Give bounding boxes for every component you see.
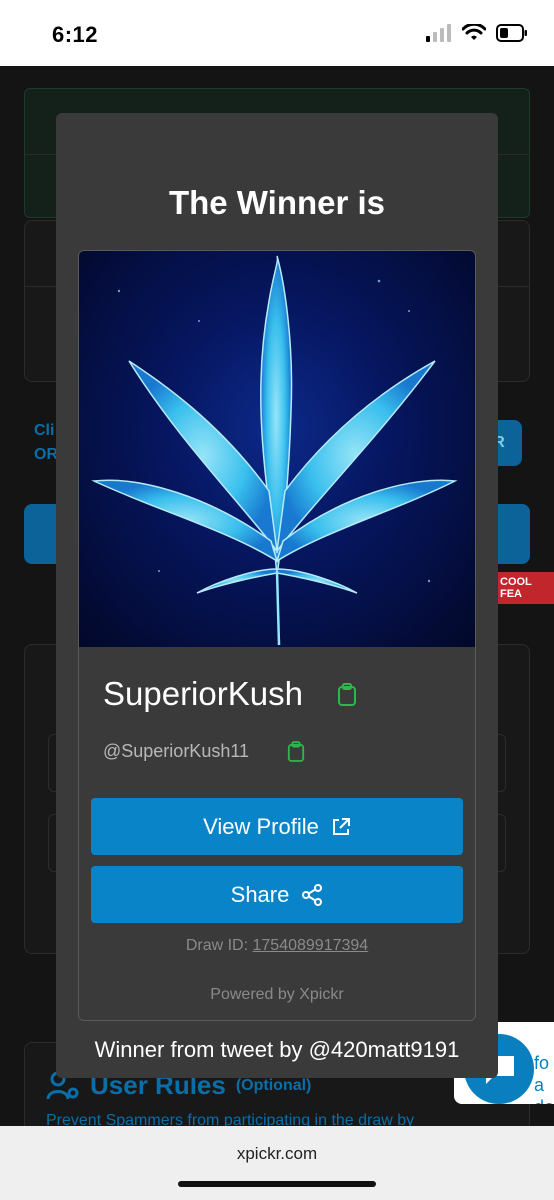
- winner-name: SuperiorKush: [103, 675, 303, 712]
- winner-card: SuperiorKush @SuperiorKush11 View Profil…: [78, 250, 476, 1021]
- winner-tweet-by: Winner from tweet by @420matt9191: [94, 1037, 460, 1062]
- winner-handle: @SuperiorKush11: [103, 741, 250, 761]
- help-text-line: a do: [534, 1075, 554, 1104]
- copy-name-icon[interactable]: [337, 683, 357, 707]
- bg-text-2: OR: [34, 446, 58, 463]
- share-button[interactable]: Share: [91, 866, 463, 923]
- cannabis-leaf-image: [91, 255, 458, 646]
- user-rules-subtext: Prevent Spammers from participating in t…: [46, 1112, 415, 1126]
- copy-handle-icon[interactable]: [287, 741, 305, 763]
- status-icons: [426, 24, 528, 42]
- draw-id: Draw ID: 1754089917394: [79, 937, 475, 955]
- battery-icon: [496, 24, 527, 42]
- status-bar: 6:12: [0, 0, 554, 66]
- url-text[interactable]: xpickr.com: [0, 1144, 554, 1164]
- share-icon: [302, 883, 323, 906]
- help-text: fo a do: [534, 1052, 554, 1104]
- bg-text-1: Cli: [34, 422, 55, 439]
- browser-url-bar[interactable]: xpickr.com: [0, 1126, 554, 1200]
- user-rules-optional: (Optional): [235, 1076, 312, 1094]
- winner-avatar-image: [79, 251, 475, 647]
- home-indicator[interactable]: [178, 1181, 376, 1187]
- draw-id-link[interactable]: 1754089917394: [253, 937, 369, 954]
- help-text-line: fo: [534, 1053, 550, 1073]
- view-profile-button[interactable]: View Profile: [91, 798, 463, 855]
- status-time: 6:12: [52, 22, 99, 47]
- draw-id-label: Draw ID:: [185, 937, 249, 954]
- wifi-icon: [462, 24, 486, 40]
- external-link-icon: [332, 817, 350, 835]
- cellular-signal-icon: [426, 24, 451, 42]
- modal-title: The Winner is: [168, 184, 386, 221]
- powered-by: Powered by Xpickr: [210, 986, 344, 1003]
- share-label: Share: [230, 881, 290, 907]
- view-profile-label: View Profile: [203, 813, 319, 839]
- bg-feature-tag: COOL FEA: [494, 572, 554, 604]
